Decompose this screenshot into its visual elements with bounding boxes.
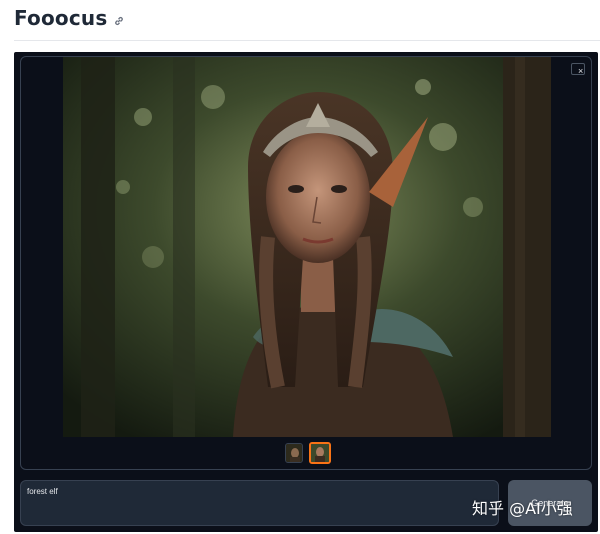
- watermark: 知乎 @AI小强: [472, 499, 573, 518]
- output-gallery: ×: [20, 56, 592, 470]
- close-gallery-button[interactable]: ×: [571, 63, 585, 76]
- app-title: Fooocus: [14, 6, 108, 30]
- main-panel: × forest elf Generate: [14, 52, 598, 532]
- prompt-text: forest elf: [27, 487, 58, 496]
- thumbnail-strip: [285, 442, 331, 464]
- thumbnail-2[interactable]: [309, 442, 331, 464]
- prompt-input[interactable]: forest elf: [20, 480, 499, 526]
- link-icon[interactable]: [113, 15, 125, 27]
- app-header: Fooocus: [14, 6, 125, 30]
- generated-image[interactable]: [63, 57, 551, 437]
- header-divider: [14, 40, 600, 41]
- thumbnail-1[interactable]: [285, 443, 303, 463]
